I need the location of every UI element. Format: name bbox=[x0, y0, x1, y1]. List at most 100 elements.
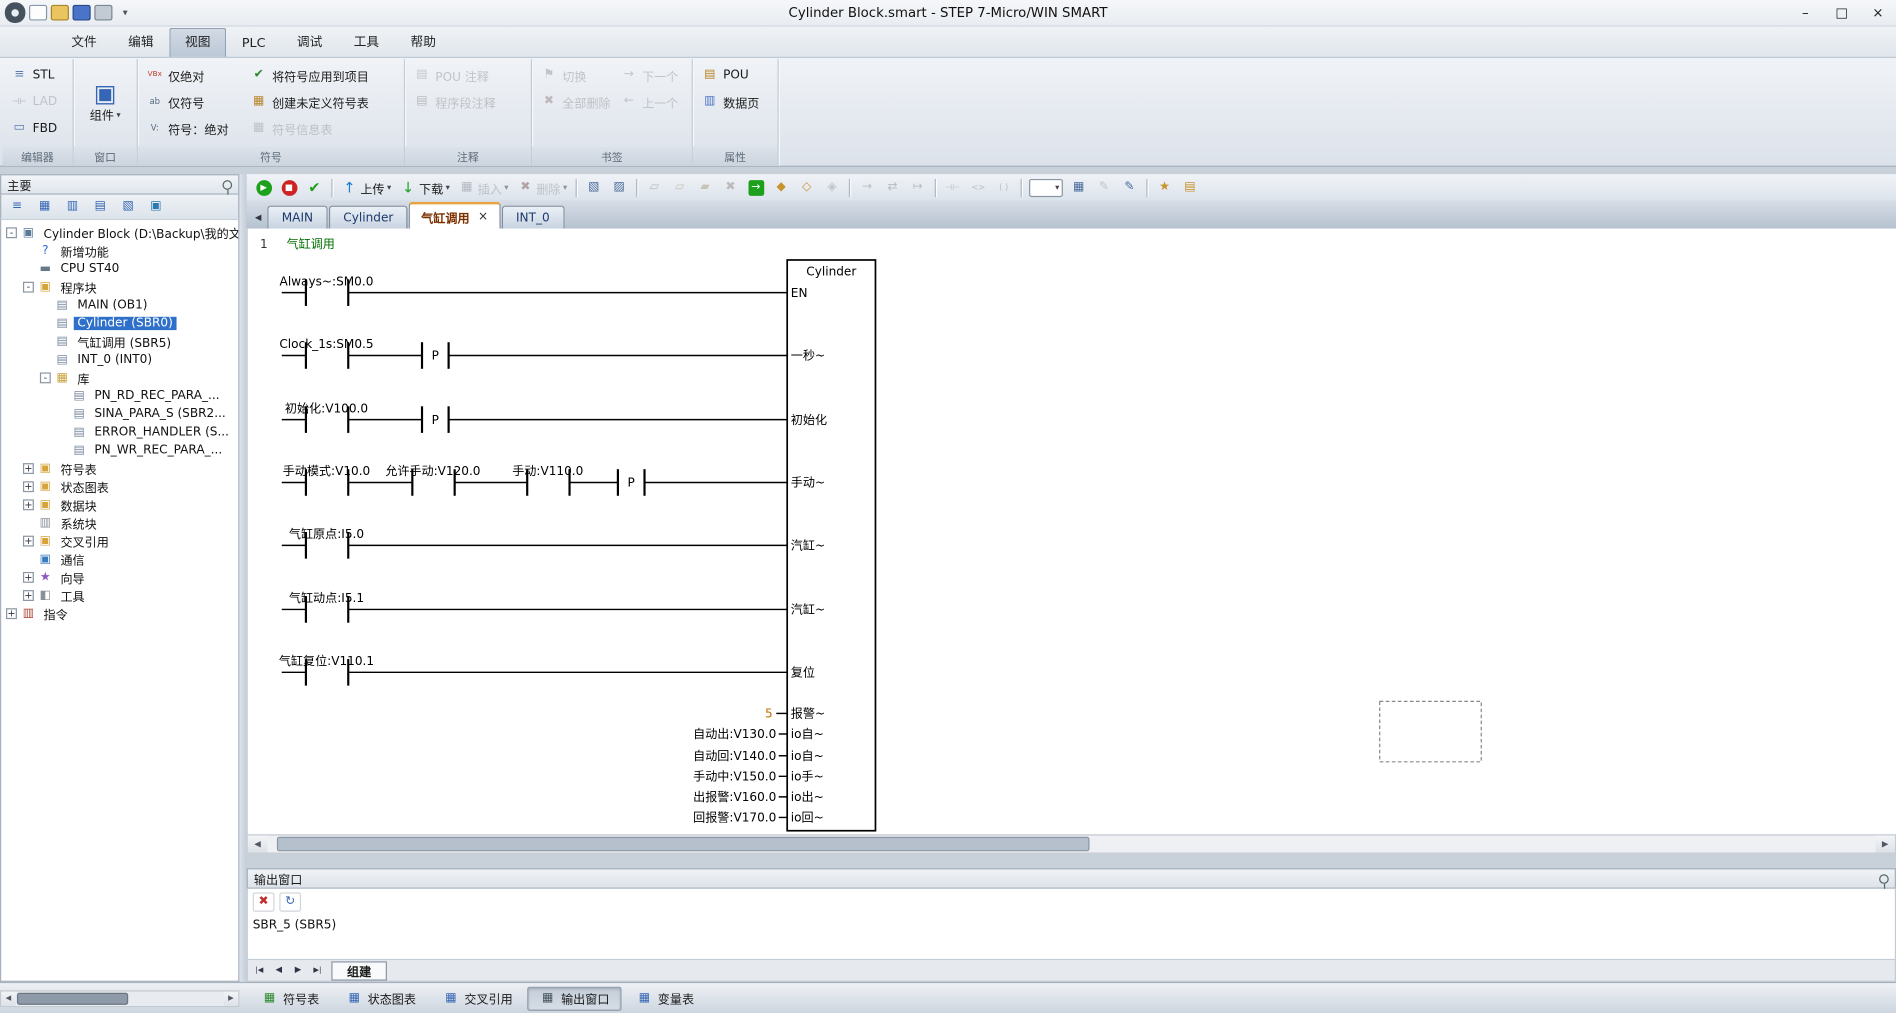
chart-status-button[interactable]: ▨ bbox=[607, 176, 631, 199]
editor-tab-3[interactable]: INT_0 bbox=[501, 206, 564, 229]
expand-icon[interactable]: + bbox=[23, 481, 34, 492]
run-button[interactable]: ▶ bbox=[252, 176, 276, 199]
io-operand[interactable]: 自动回:V140.0 bbox=[693, 749, 776, 763]
ribbon-button-prop-pou[interactable]: ▤POU bbox=[698, 62, 773, 89]
contact-operand[interactable]: 气缸原点:I5.0 bbox=[289, 526, 364, 541]
menu-item-5[interactable]: 工具 bbox=[338, 28, 395, 57]
menu-item-2[interactable]: 视图 bbox=[169, 28, 226, 57]
status-tab-1[interactable]: ▦状态图表 bbox=[334, 986, 428, 1010]
menu-item-4[interactable]: 调试 bbox=[281, 28, 338, 57]
editor-tab-1[interactable]: Cylinder bbox=[329, 206, 408, 229]
nav-next-button[interactable]: ▶ bbox=[289, 962, 307, 979]
insert-button[interactable]: ▦插入▾ bbox=[455, 176, 512, 199]
insert-compare-button[interactable]: <> bbox=[966, 176, 990, 199]
swap-button[interactable]: ⇄ bbox=[880, 176, 904, 199]
ribbon-button-vbx[interactable]: VBx仅绝对 bbox=[143, 62, 247, 89]
output-tab-build[interactable]: 组建 bbox=[331, 961, 387, 980]
view-list-button[interactable]: ▤ bbox=[88, 195, 112, 218]
tree-item[interactable]: +▣交叉引用 bbox=[1, 532, 238, 550]
tree-item[interactable]: ▤INT_0 (INT0) bbox=[1, 351, 238, 369]
tree-item[interactable]: +★向导 bbox=[1, 568, 238, 586]
window-toggle-button[interactable]: ▱ bbox=[642, 176, 666, 199]
contact-operand[interactable]: 气缸动点:I5.1 bbox=[289, 590, 364, 605]
ribbon-button-sym-only[interactable]: ab仅符号 bbox=[143, 88, 247, 115]
expand-icon[interactable]: + bbox=[23, 590, 34, 601]
insert-contact-button[interactable]: ⊣⊢ bbox=[941, 176, 965, 199]
ribbon-button-bm-next[interactable]: →下一个 bbox=[617, 62, 687, 89]
nav-first-button[interactable]: |◀ bbox=[250, 962, 268, 979]
editor-tab-2[interactable]: 气缸调用× bbox=[409, 202, 500, 229]
ladder-network[interactable]: 1气缸调用Always~:SM0.0ENClock_1s:SM0.5P一秒~初始… bbox=[248, 229, 1896, 835]
network-comment[interactable]: 气缸调用 bbox=[287, 236, 335, 251]
status-tab-4[interactable]: ▦变量表 bbox=[624, 986, 706, 1010]
move-end-button[interactable]: ↦ bbox=[906, 176, 930, 199]
menu-item-3[interactable]: PLC bbox=[226, 31, 281, 56]
tree-item[interactable]: +◧工具 bbox=[1, 586, 238, 604]
collapse-icon[interactable]: - bbox=[6, 227, 17, 238]
menu-item-0[interactable]: 文件 bbox=[56, 28, 113, 57]
nav-last-button[interactable]: ▶| bbox=[308, 962, 326, 979]
upload-button[interactable]: ↑上传▾ bbox=[337, 176, 394, 199]
ribbon-button-fbd[interactable]: ▭FBD bbox=[7, 115, 67, 142]
tree-item[interactable]: +▣数据块 bbox=[1, 496, 238, 514]
force-button[interactable]: ◆ bbox=[769, 176, 793, 199]
new-file-icon[interactable] bbox=[29, 5, 47, 21]
expand-icon[interactable]: + bbox=[6, 608, 17, 619]
tree-item[interactable]: ▣通信 bbox=[1, 550, 238, 568]
compile-button[interactable]: ✔ bbox=[302, 176, 326, 199]
minimize-button[interactable]: – bbox=[1787, 0, 1823, 25]
maximize-button[interactable]: □ bbox=[1823, 0, 1859, 25]
expand-icon[interactable]: + bbox=[23, 463, 34, 474]
scroll-left-arrow[interactable]: ◀ bbox=[1, 991, 16, 1006]
view-columns-button[interactable]: ▥ bbox=[60, 195, 84, 218]
ribbon-button-bm-delete[interactable]: ✖全部删除 bbox=[537, 88, 617, 115]
scroll-left-arrow[interactable]: ◀ bbox=[248, 836, 267, 853]
pin-icon[interactable] bbox=[222, 180, 232, 190]
tree-item[interactable]: ▤SINA_PARA_S (SBR2... bbox=[1, 405, 238, 423]
view-chart-button[interactable]: ▧ bbox=[116, 195, 140, 218]
menu-item-1[interactable]: 编辑 bbox=[112, 28, 169, 57]
io-operand[interactable]: 手动中:V150.0 bbox=[693, 769, 776, 784]
refresh-output-button[interactable]: ↻ bbox=[279, 892, 301, 911]
qat-more-icon[interactable]: ▾ bbox=[116, 5, 134, 21]
view-monitor-button[interactable]: ▣ bbox=[144, 195, 168, 218]
tree-item[interactable]: +▥指令 bbox=[1, 605, 238, 623]
io-operand[interactable]: 出报警:V160.0 bbox=[693, 789, 776, 804]
open-next-button[interactable]: ▰ bbox=[693, 176, 717, 199]
address-combo[interactable]: ▾ bbox=[1029, 178, 1063, 196]
tree-item[interactable]: -▣程序块 bbox=[1, 278, 238, 296]
close-pou-button[interactable]: ✖ bbox=[718, 176, 742, 199]
ribbon-button-bm-prev[interactable]: ←上一个 bbox=[617, 88, 687, 115]
tree-item[interactable]: -▦库 bbox=[1, 369, 238, 387]
move-right-button[interactable]: → bbox=[855, 176, 879, 199]
ribbon-button-sym-info[interactable]: ▦符号信息表 bbox=[247, 115, 399, 142]
tree-item[interactable]: ▬CPU ST40 bbox=[1, 260, 238, 278]
tree-item[interactable]: -▣Cylinder Block (D:\Backup\我的文... bbox=[1, 224, 238, 242]
stop-button[interactable]: ■ bbox=[277, 176, 301, 199]
expand-icon[interactable]: + bbox=[23, 536, 34, 547]
tree-item[interactable]: ▥系统块 bbox=[1, 514, 238, 532]
clear-force-button[interactable]: ◈ bbox=[820, 176, 844, 199]
delete-button[interactable]: ✖删除▾ bbox=[513, 176, 570, 199]
io-operand[interactable]: 自动出:V130.0 bbox=[693, 727, 776, 741]
ribbon-button-net-comment[interactable]: ▤程序段注释 bbox=[410, 88, 526, 115]
clear-output-button[interactable]: ✖ bbox=[253, 892, 275, 911]
execute-button[interactable]: → bbox=[744, 176, 768, 199]
tree-item[interactable]: ▤PN_WR_REC_PARA_... bbox=[1, 441, 238, 459]
status-tab-3[interactable]: ▦输出窗口 bbox=[527, 986, 621, 1010]
scroll-right-arrow[interactable]: ▶ bbox=[224, 991, 239, 1006]
ribbon-button-pou-comment[interactable]: ▤POU 注释 bbox=[410, 62, 526, 89]
table-edit-button[interactable]: ▦ bbox=[1067, 176, 1091, 199]
selection-rect[interactable] bbox=[1380, 701, 1482, 761]
ribbon-button-create-sym[interactable]: ▦创建未定义符号表 bbox=[247, 88, 399, 115]
ribbon-button-component[interactable]: ▣组件▾ bbox=[79, 62, 132, 147]
tree-item[interactable]: ?新增功能 bbox=[1, 242, 238, 260]
close-tab-icon[interactable]: × bbox=[478, 210, 488, 223]
ribbon-button-apply-sym[interactable]: ✔将符号应用到项目 bbox=[247, 62, 399, 89]
tree-item[interactable]: ▤气缸调用 (SBR5) bbox=[1, 333, 238, 351]
symbol-edit-button[interactable]: ✎ bbox=[1117, 176, 1141, 199]
tree-item[interactable]: ▤Cylinder (SBR0) bbox=[1, 314, 238, 332]
ribbon-button-sym-abs[interactable]: V:符号：绝对 bbox=[143, 115, 247, 142]
ribbon-button-lad[interactable]: ⊣⊢LAD bbox=[7, 88, 67, 115]
unforce-button[interactable]: ◇ bbox=[795, 176, 819, 199]
